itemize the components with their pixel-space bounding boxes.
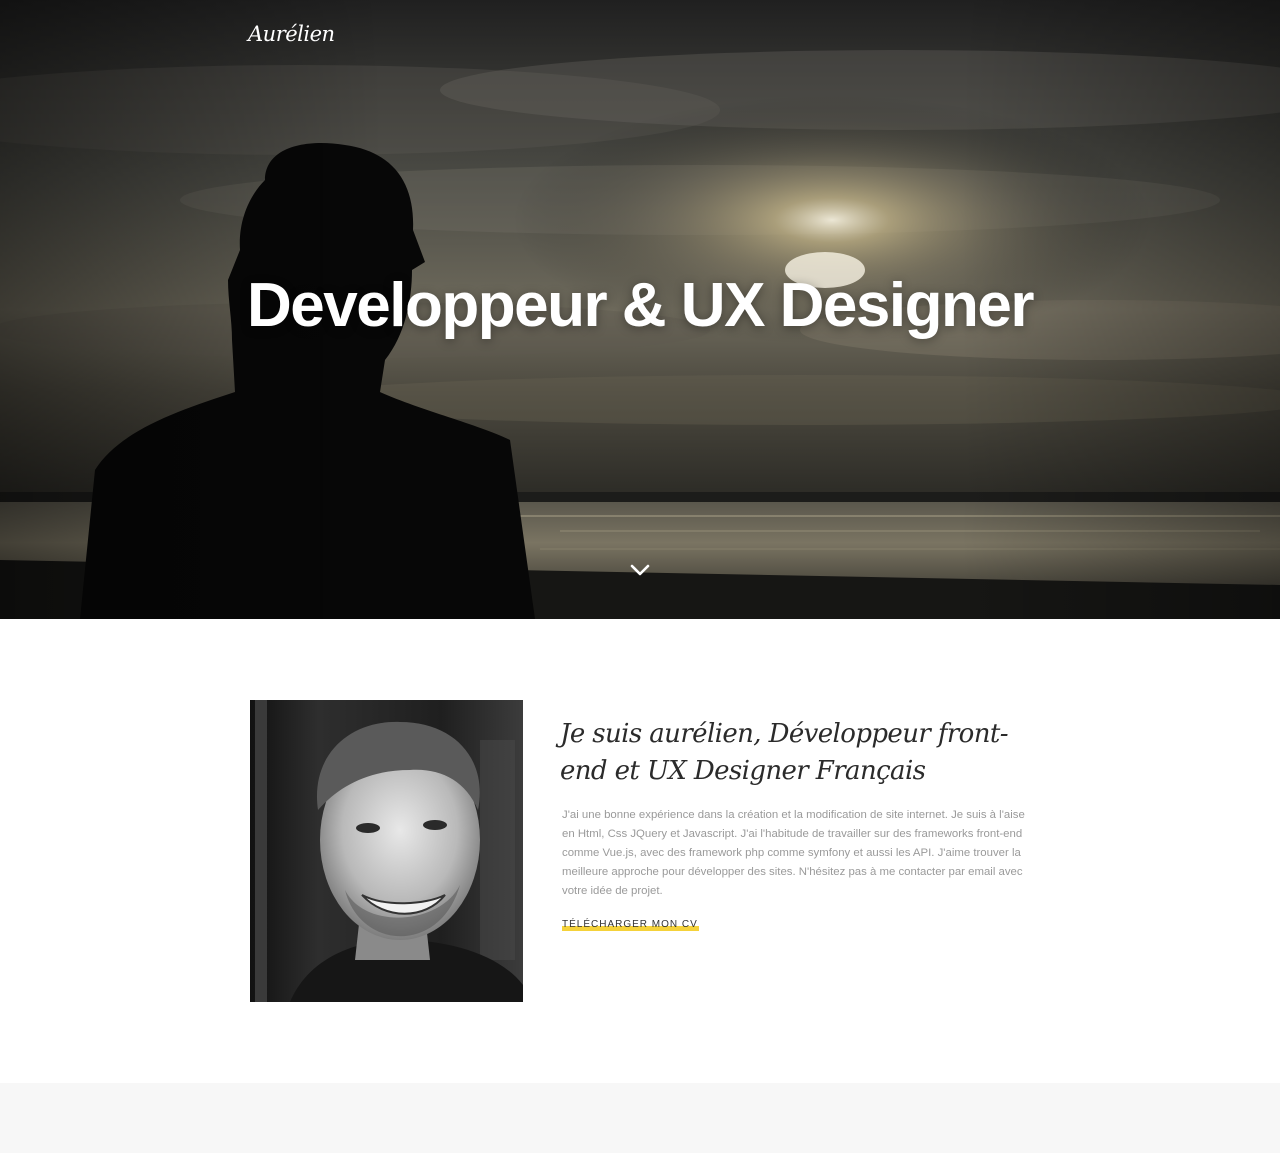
page: Aurélien Developpeur & UX Designer Je su… — [0, 0, 1280, 1153]
scroll-down-button[interactable] — [625, 558, 655, 582]
chevron-down-icon — [630, 564, 650, 576]
hero-title: Developpeur & UX Designer — [247, 271, 1034, 340]
about-section: Je suis aurélien, Développeur front-end … — [0, 619, 1280, 1083]
download-cv-link[interactable]: TÉLÉCHARGER MON CV — [562, 919, 699, 931]
hero-section: Aurélien Developpeur & UX Designer — [0, 0, 1280, 619]
profile-photo — [250, 700, 523, 1002]
about-heading: Je suis aurélien, Développeur front-end … — [560, 719, 1009, 786]
about-description: J'ai une bonne expérience dans la créati… — [562, 809, 1025, 897]
site-logo[interactable]: Aurélien — [248, 22, 335, 46]
next-section — [0, 1083, 1280, 1153]
